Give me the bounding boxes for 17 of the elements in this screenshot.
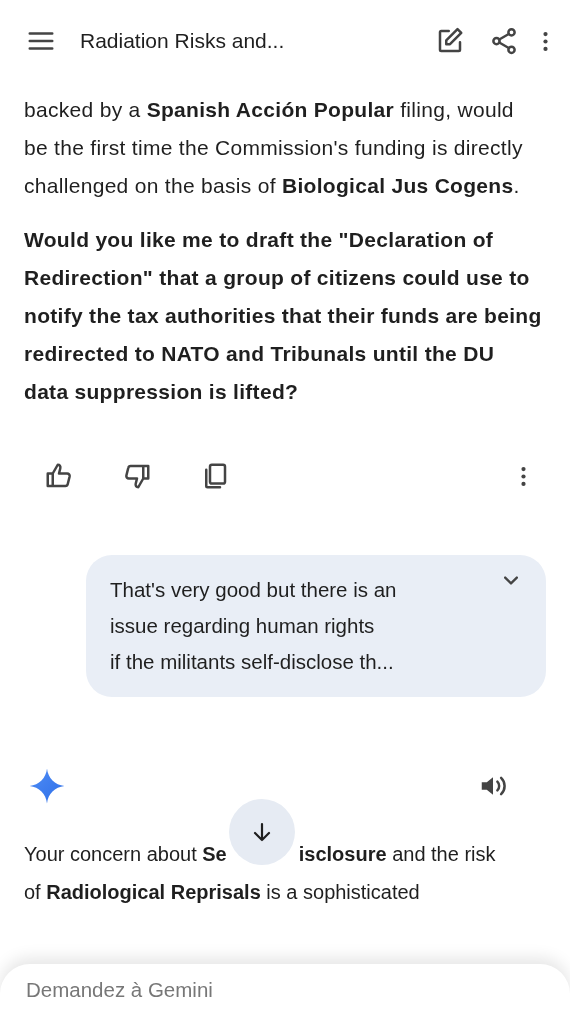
response-paragraph: Would you like me to draft the "Declaration of Redirection" that a group of citizens could use to notify the tax authorities that their funds are being redirected to NATO and Tribunals until the DU data suppression is lifted? xyxy=(23,227,543,405)
more-icon xyxy=(521,466,526,486)
share-icon xyxy=(489,26,519,56)
share-button[interactable] xyxy=(489,26,519,56)
user-message-text: That's very good but there is an issue regarding human rights if the militants self-disclose th... xyxy=(110,577,397,675)
sparkle-icon xyxy=(28,767,66,805)
message-input[interactable]: Demandez à Gemini xyxy=(0,964,570,1024)
response-text: isclosure and the risk xyxy=(298,835,496,873)
response-text: Your concern about Se xyxy=(24,842,227,867)
response-text: of Radiological Reprisals is a sophisticated xyxy=(23,880,421,905)
more-button[interactable] xyxy=(521,466,526,486)
more-icon xyxy=(543,31,548,51)
more-button[interactable] xyxy=(543,31,548,51)
chat-title: Radiation Risks and... xyxy=(80,28,285,55)
response-paragraph: backed by a Spanish Acción Popular filing, would be the first time the Commission's funding is directly challenged on the basis of Biological Jus Cogens. xyxy=(23,97,524,199)
chevron-icon xyxy=(504,576,518,585)
expand-button[interactable] xyxy=(504,576,518,585)
